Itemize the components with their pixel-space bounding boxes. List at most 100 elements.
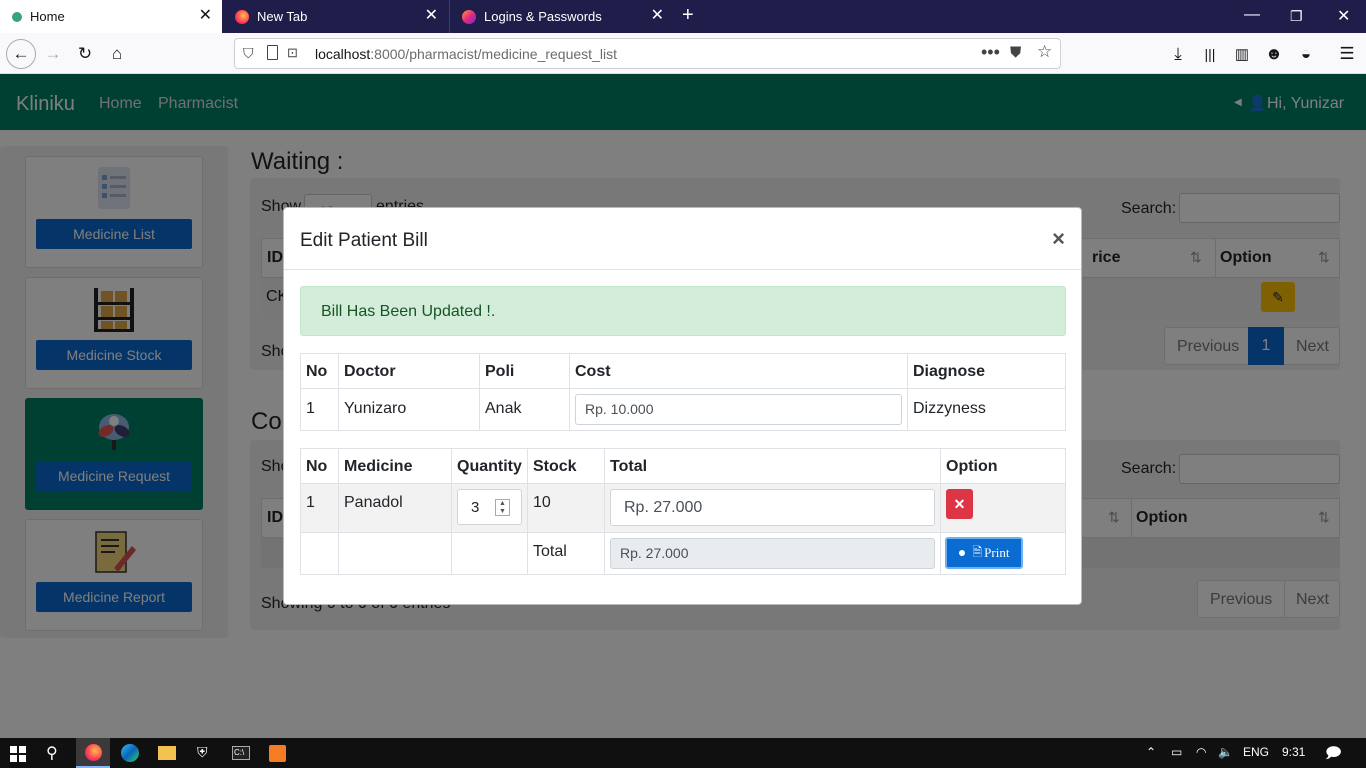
print-button[interactable]: 🗎 Print (945, 537, 1023, 569)
sidebar-icon[interactable]: ▥ (1229, 41, 1255, 67)
cell-medicine: Panadol (338, 483, 452, 533)
sync-icon[interactable]: ◒ (1293, 41, 1319, 67)
download-icon[interactable]: ⤓ (1165, 41, 1191, 67)
battery-icon[interactable]: ▭ (1171, 745, 1182, 759)
success-alert: Bill Has Been Updated !. (300, 286, 1066, 336)
reload-icon[interactable]: ↻ (72, 41, 98, 67)
col-diagnose: Diagnose (907, 353, 1066, 389)
modal-title: Edit Patient Bill (300, 230, 428, 251)
window-close-icon[interactable]: ✕ (1337, 6, 1350, 26)
col-no: No (300, 448, 339, 484)
close-tab-icon[interactable]: ✕ (651, 8, 664, 24)
home-icon[interactable]: ⌂ (104, 41, 130, 67)
windows-start-icon[interactable] (10, 746, 26, 762)
search-icon[interactable]: ⚲ (46, 743, 58, 763)
cell-empty (451, 532, 528, 575)
col-no: No (300, 353, 339, 389)
cell-no: 1 (300, 483, 339, 533)
bookmark-star-icon[interactable]: ☆ (1037, 42, 1052, 62)
total-input[interactable]: Rp. 27.000 (610, 489, 935, 526)
quantity-value: 3 (471, 499, 480, 516)
cell-grand-total: Rp. 27.000 (604, 532, 941, 575)
language-indicator[interactable]: ENG (1243, 745, 1269, 759)
library-icon[interactable]: ||| (1197, 41, 1223, 67)
cell-quantity: 3 ▲ ▼ (451, 483, 528, 533)
edge-icon[interactable] (121, 744, 139, 762)
tab-logins[interactable]: Logins & Passwords ✕ (449, 0, 674, 33)
shield-icon[interactable]: ⛉ (243, 45, 254, 62)
cell-empty (338, 532, 452, 575)
app-icon[interactable] (269, 745, 286, 762)
url-path: :8000/pharmacist/medicine_request_list (370, 46, 617, 62)
quantity-stepper[interactable]: 3 ▲ ▼ (457, 489, 522, 525)
medicine-table-header: No Medicine Quantity Stock Total Option (300, 448, 1066, 484)
cell-diagnose: Dizzyness (907, 388, 1066, 431)
cell-no: 1 (300, 388, 339, 431)
cell-option: ✕ (940, 483, 1066, 533)
firefox-icon (235, 9, 249, 24)
close-tab-icon[interactable]: ✕ (425, 8, 438, 24)
firefox-icon (85, 744, 102, 761)
tab-label: Home (30, 9, 65, 24)
pocket-icon[interactable]: ⛊ (1010, 44, 1021, 61)
volume-icon[interactable]: 🔈 (1218, 745, 1233, 759)
spinner-arrows-icon[interactable]: ▲ ▼ (495, 499, 510, 516)
restore-icon[interactable]: ❐ (1290, 8, 1303, 25)
url-text[interactable]: localhost:8000/pharmacist/medicine_reque… (315, 46, 617, 62)
permission-icon[interactable]: ⊡ (287, 45, 298, 61)
edit-bill-modal: Edit Patient Bill × Bill Has Been Update… (283, 207, 1082, 605)
cell-print: 🗎 Print (940, 532, 1066, 575)
chevron-up-icon[interactable]: ⌃ (1146, 745, 1156, 759)
bill-table: No Doctor Poli Cost Diagnose 1 Yunizaro … (300, 353, 1066, 431)
cell-total: Rp. 27.000 (604, 483, 941, 533)
col-cost: Cost (569, 353, 908, 389)
pdf-file-icon: 🗎 (972, 544, 983, 559)
tab-home[interactable]: Home ✕ (0, 0, 222, 33)
new-tab-plus-icon[interactable]: + (682, 4, 694, 27)
terminal-icon[interactable]: C:\ (232, 746, 250, 760)
cell-empty (300, 532, 339, 575)
page-actions-icon[interactable]: ••• (981, 42, 1000, 63)
minimize-icon[interactable]: — (1244, 6, 1260, 24)
col-total: Total (604, 448, 941, 484)
cell-stock: 10 (527, 483, 605, 533)
windows-taskbar: ⚲ ⛨ C:\ ⌃ ▭ ◠ 🔈 ENG 9:31 🗩 (0, 738, 1366, 768)
back-icon[interactable]: ← (6, 39, 36, 69)
cell-doctor: Yunizaro (338, 388, 480, 431)
clock[interactable]: 9:31 (1282, 745, 1305, 759)
kliniku-favicon-icon (12, 11, 22, 22)
table-total-row: Total Rp. 27.000 🗎 Print (300, 532, 1066, 575)
menu-icon[interactable]: ☰ (1334, 41, 1360, 67)
col-poli: Poli (479, 353, 570, 389)
table-row: 1 Yunizaro Anak Rp. 10.000 Dizzyness (300, 388, 1066, 431)
account-icon[interactable]: ☻ (1261, 41, 1287, 67)
dot-icon (958, 550, 965, 556)
delete-icon[interactable]: ✕ (946, 489, 973, 519)
cell-cost: Rp. 10.000 (569, 388, 908, 431)
modal-close-icon[interactable]: × (1052, 226, 1065, 252)
medicine-table: No Medicine Quantity Stock Total Option … (300, 448, 1066, 575)
grand-total-input[interactable]: Rp. 27.000 (610, 538, 935, 569)
notifications-icon[interactable]: 🗩 (1325, 743, 1342, 768)
col-quantity: Quantity (451, 448, 528, 484)
col-option: Option (940, 448, 1066, 484)
tab-label: Logins & Passwords (484, 9, 602, 24)
tab-label: New Tab (257, 9, 308, 24)
tab-new-tab[interactable]: New Tab ✕ (223, 0, 448, 33)
col-medicine: Medicine (338, 448, 452, 484)
forward-icon[interactable]: → (40, 41, 66, 67)
file-explorer-icon[interactable] (158, 746, 176, 760)
close-tab-icon[interactable]: ✕ (199, 8, 212, 24)
browser-nav-bar: ← → ↻ ⌂ ⛉ ⊡ localhost:8000/pharmacist/me… (0, 33, 1366, 74)
address-bar[interactable]: ⛉ ⊡ localhost:8000/pharmacist/medicine_r… (234, 38, 1061, 69)
bill-table-header: No Doctor Poli Cost Diagnose (300, 353, 1066, 389)
browser-tab-bar: Home ✕ New Tab ✕ Logins & Passwords ✕ + … (0, 0, 1366, 33)
wifi-icon[interactable]: ◠ (1196, 745, 1206, 759)
cell-poli: Anak (479, 388, 570, 431)
col-doctor: Doctor (338, 353, 480, 389)
taskbar-firefox[interactable] (76, 738, 110, 768)
col-stock: Stock (527, 448, 605, 484)
security-icon[interactable]: ⛨ (197, 744, 208, 761)
print-label: Print (984, 545, 1010, 560)
cost-input[interactable]: Rp. 10.000 (575, 394, 902, 425)
